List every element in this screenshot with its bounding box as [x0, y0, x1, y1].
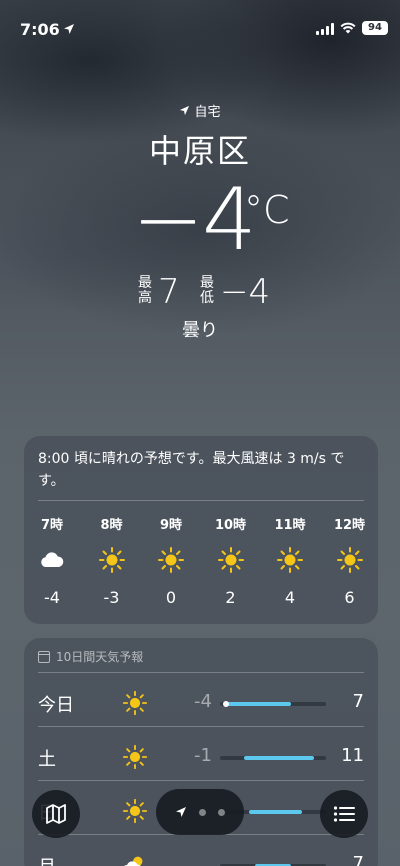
day-low: -1: [194, 745, 212, 766]
daily-row[interactable]: 土 -1 11: [24, 732, 378, 782]
cloud-icon: [38, 546, 66, 574]
hourly-item: 7時 -4: [22, 514, 82, 607]
map-icon: [46, 804, 66, 824]
day-name: 月: [38, 853, 56, 866]
daily-row[interactable]: 今日 -4 7: [24, 678, 378, 728]
calendar-icon: [38, 650, 50, 663]
hourly-item: 10時 2: [201, 514, 261, 607]
low-value: −4: [220, 272, 271, 312]
hour-temperature: 2: [225, 588, 236, 607]
high-label: 最高: [138, 275, 152, 306]
sun-icon: [98, 546, 126, 574]
high-value: 7: [158, 272, 180, 312]
divider: [38, 672, 364, 673]
partly-cloudy-icon: [122, 852, 148, 866]
hourly-summary: 8:00 頃に晴れの予想です。最大風速は 3 m/s です。: [38, 451, 345, 489]
current-temp-dot: [222, 701, 229, 707]
hour-temperature: 6: [344, 588, 355, 607]
cellular-signal-icon: [316, 23, 334, 35]
location-arrow-icon: [180, 105, 190, 115]
divider: [38, 726, 364, 727]
sun-icon: [122, 690, 148, 716]
temperature-range-fill: [225, 702, 291, 706]
temperature-range-fill: [249, 810, 303, 814]
home-label: 自宅: [194, 104, 221, 120]
location-arrow-icon: [176, 807, 186, 817]
status-time: 7:06: [20, 20, 60, 39]
hour-time: 9時: [159, 518, 183, 533]
sun-icon: [122, 798, 148, 824]
hour-time: 11時: [274, 518, 306, 533]
page-dot: [218, 808, 225, 816]
temperature-range-fill: [243, 756, 315, 760]
page-indicator[interactable]: [156, 789, 244, 835]
list-icon: [333, 806, 355, 822]
low-label: 最低: [200, 275, 214, 306]
hour-temperature: 0: [165, 588, 177, 607]
hourly-item: 11時 4: [260, 514, 320, 607]
page-dot: [199, 808, 206, 816]
sun-icon: [276, 546, 304, 574]
city-name: 中原区: [148, 132, 251, 170]
day-high: 7: [352, 691, 364, 712]
status-bar: 7:06 94: [0, 0, 400, 54]
current-temp-value: −4: [132, 170, 257, 270]
hourly-item: 9時 0: [141, 514, 201, 607]
hourly-list[interactable]: 7時 -4 8時 -3 9時 0 10時 2 11時 4 12時 6: [24, 514, 378, 614]
location-header: 自宅 中原区: [0, 100, 400, 172]
day-name: 土: [38, 749, 56, 770]
battery-indicator: 94: [362, 21, 388, 35]
hourly-item: 8時 -3: [82, 514, 142, 607]
hour-temperature: 4: [284, 588, 296, 607]
hourly-forecast-card[interactable]: 8:00 頃に晴れの予想です。最大風速は 3 m/s です。 7時 -4 8時 -3 9…: [24, 436, 378, 624]
divider: [38, 500, 364, 501]
map-button[interactable]: [32, 790, 80, 838]
day-high: 7: [352, 853, 364, 866]
daily-forecast-header: 10日間天気予報: [38, 648, 143, 665]
day-low: -4: [194, 691, 212, 712]
hour-time: 8時: [100, 518, 123, 533]
divider: [38, 780, 364, 781]
sun-icon: [217, 546, 245, 574]
sun-icon: [157, 546, 185, 574]
day-high: 11: [341, 745, 364, 766]
current-temperature: −4 °C: [0, 170, 400, 270]
hour-time: 10時: [214, 518, 247, 533]
weather-condition: 曇り: [182, 320, 218, 341]
hour-time: 7時: [40, 518, 64, 533]
sun-icon: [336, 546, 364, 574]
hour-temperature: -4: [44, 588, 60, 607]
wifi-icon: [340, 22, 356, 34]
temperature-range-bar: [220, 756, 326, 760]
sun-icon: [122, 744, 148, 770]
temperature-range-bar: [220, 701, 326, 707]
temp-unit: °C: [244, 188, 290, 232]
daily-forecast-title: 10日間天気予報: [56, 650, 144, 664]
location-services-icon: [64, 24, 74, 34]
daily-row[interactable]: 月7: [24, 840, 378, 866]
hour-temperature: -3: [103, 588, 120, 607]
high-low: 最高 7 最低 −4: [0, 272, 400, 312]
day-name: 今日: [38, 695, 74, 716]
hour-time: 12時: [333, 518, 366, 533]
location-list-button[interactable]: [320, 790, 368, 838]
hourly-item: 12時 6: [320, 514, 380, 607]
